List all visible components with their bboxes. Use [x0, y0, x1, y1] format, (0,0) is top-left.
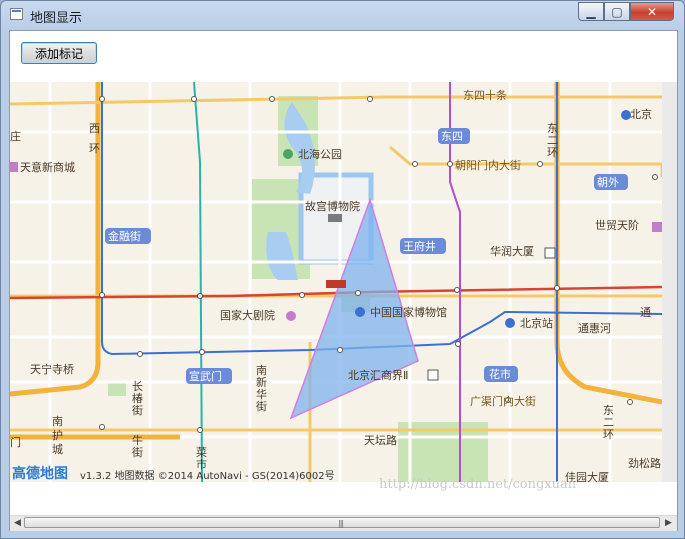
map-canvas[interactable]: 东四十条 北京 庄 北海公园 东四 西 环 东 二 环 朝阳门内大街 天意新商城… [10, 82, 662, 482]
map-label: 二 [547, 135, 558, 147]
map-logo: 高德地图 [12, 466, 68, 482]
map-label: 环 [603, 429, 614, 441]
map-attribution: v1.3.2 地图数据 ©2014 AutoNavi - GS(2014)600… [80, 471, 335, 482]
map-label: 护 [52, 428, 63, 442]
map-label: 街 [256, 399, 267, 413]
maximize-button[interactable]: ▢ [604, 2, 630, 21]
scroll-left-icon[interactable]: ◀ [14, 518, 21, 528]
map-label: 长 [132, 380, 143, 393]
map-label: 朝外 [597, 176, 619, 189]
map-label: 椿 [132, 392, 143, 405]
tiananmen-icon [326, 280, 346, 288]
title-bar[interactable]: 地图显示 ▁ ▢ ✕ [1, 1, 684, 29]
museum-icon [328, 214, 342, 222]
park-icon [283, 149, 293, 159]
map-label: 环 [89, 143, 100, 155]
map-view[interactable]: 东四十条 北京 庄 北海公园 东四 西 环 东 二 环 朝阳门内大街 天意新商城… [10, 82, 662, 482]
map-label: 南 [52, 415, 63, 428]
map-label: 街 [132, 403, 143, 417]
map-label: 新 [256, 375, 267, 389]
window-client-area: 添加标记 东四十条 北京 庄 北海公园 东四 西 环 东 二 环 朝阳门内大街 … [9, 30, 678, 531]
map-label: 街 [132, 445, 143, 459]
map-label: 宣武门 [189, 369, 222, 383]
map-label: 世贸天阶 [595, 218, 639, 232]
train-station-icon [505, 318, 515, 328]
building-icon [544, 247, 556, 259]
map-label: 北海公园 [298, 147, 342, 161]
map-label: 花市 [489, 367, 511, 381]
main-window: 地图显示 ▁ ▢ ✕ 添加标记 东四十条 北京 庄 北海公园 东四 西 环 东 … [0, 0, 685, 539]
add-marker-button[interactable]: 添加标记 [21, 42, 97, 64]
map-label: 环 [547, 147, 558, 159]
map-label: 中国国家博物馆 [370, 305, 447, 319]
minimize-icon: ▁ [586, 4, 596, 19]
map-label: 菜 [196, 446, 207, 459]
map-label: 城 [52, 443, 63, 456]
map-label: 二 [603, 417, 614, 429]
shopping-icon [652, 222, 662, 232]
map-label: 天意新商城 [20, 160, 75, 174]
map-label: 劲松路 [628, 456, 661, 470]
map-label: 华 [256, 387, 267, 401]
map-label: 故宫博物院 [305, 199, 360, 213]
map-label: 朝阳门内大街 [455, 158, 521, 172]
museum-icon [355, 307, 365, 317]
map-label: 通惠河 [578, 321, 611, 335]
map-label: 北京 [630, 107, 652, 121]
maximize-icon: ▢ [611, 4, 623, 19]
map-label: 广渠门内大街 [470, 394, 536, 408]
map-label: 北京汇商界Ⅱ [348, 368, 408, 382]
map-label: 东 [603, 404, 614, 417]
map-label: 东 [547, 122, 558, 135]
park-area [108, 382, 126, 396]
horizontal-scroll-thumb[interactable]: ||| [24, 517, 660, 528]
train-station-icon [621, 110, 631, 120]
map-label: 牛 [132, 433, 143, 447]
close-icon: ✕ [646, 4, 658, 19]
map-label: 庄 [10, 129, 21, 143]
close-button[interactable]: ✕ [630, 2, 674, 21]
map-vertical-scroll-area[interactable] [662, 82, 677, 482]
watermark: http://blog.csdn.net/congxuan [379, 477, 577, 492]
minimize-button[interactable]: ▁ [578, 2, 604, 21]
map-label: 东四十条 [463, 88, 507, 102]
map-label: 西 [89, 123, 100, 135]
scroll-right-icon[interactable]: ▶ [665, 518, 672, 528]
map-label: 国家大剧院 [220, 308, 275, 322]
map-label: 华润大厦 [490, 244, 534, 258]
shopping-icon [10, 162, 18, 172]
map-label: 东四 [441, 130, 463, 143]
map-label: 天宁寺桥 [30, 362, 74, 376]
horizontal-scrollbar[interactable]: ◀ ||| ▶ [10, 515, 677, 531]
map-label: 南 [256, 364, 267, 377]
window-title: 地图显示 [30, 11, 83, 26]
map-label: 北京站 [520, 316, 553, 330]
map-label: 通 [640, 306, 651, 319]
theater-icon [286, 311, 296, 321]
map-label: 金融街 [108, 229, 141, 243]
map-label: 门 [10, 435, 21, 449]
map-label: 王府井 [403, 239, 436, 253]
map-label: 天坛路 [364, 434, 397, 447]
scroll-grip-icon: ||| [338, 519, 344, 528]
building-icon [427, 369, 439, 381]
app-icon [10, 8, 23, 20]
metro-line-4 [193, 82, 203, 482]
